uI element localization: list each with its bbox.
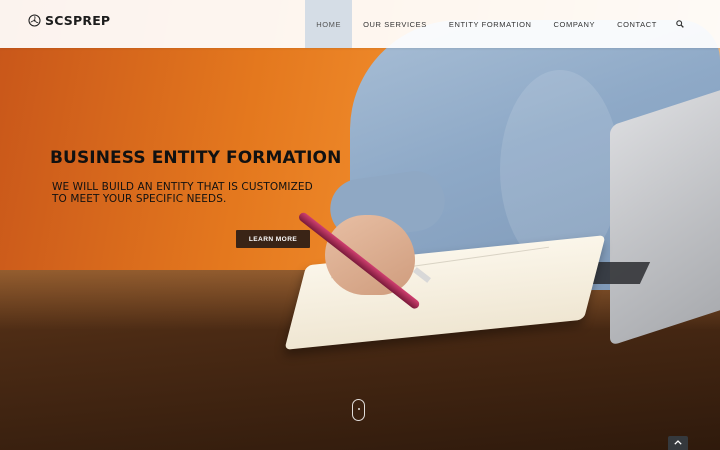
nav-item-our-services[interactable]: OUR SERVICES [352, 0, 438, 48]
chevron-up-icon [674, 440, 682, 445]
nav-item-contact[interactable]: CONTACT [606, 0, 668, 48]
mouse-scroll-icon[interactable] [352, 399, 365, 421]
hero-title: BUSINESS ENTITY FORMATION [50, 148, 342, 168]
site-header: SCSPREP HOME OUR SERVICES ENTITY FORMATI… [0, 0, 720, 48]
hero-person-hand [325, 215, 415, 295]
nav-item-home[interactable]: HOME [305, 0, 353, 48]
propeller-logo-icon [28, 13, 41, 27]
nav-item-entity-formation[interactable]: ENTITY FORMATION [438, 0, 543, 48]
search-button[interactable] [668, 0, 692, 48]
hero-section [0, 0, 720, 450]
back-to-top-button[interactable] [668, 436, 688, 450]
search-icon [676, 20, 684, 28]
learn-more-button[interactable]: LEARN MORE [236, 230, 310, 248]
hero-subtitle: WE WILL BUILD AN ENTITY THAT IS CUSTOMIZ… [52, 181, 313, 205]
scroll-wheel-dot [357, 408, 360, 410]
main-nav: HOME OUR SERVICES ENTITY FORMATION COMPA… [305, 0, 692, 48]
hero-text-block: BUSINESS ENTITY FORMATION WE WILL BUILD … [50, 148, 341, 205]
site-logo[interactable]: SCSPREP [28, 12, 110, 28]
nav-item-company[interactable]: COMPANY [543, 0, 607, 48]
logo-text: SCSPREP [45, 12, 111, 28]
